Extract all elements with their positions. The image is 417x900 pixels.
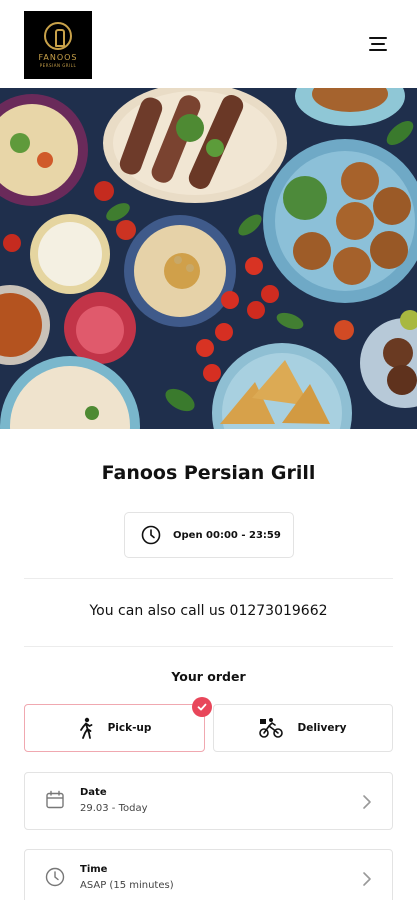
restaurant-name: Fanoos Persian Grill	[101, 462, 316, 484]
logo-subtitle: PERSIAN GRILL	[39, 63, 77, 68]
order-section-title: Your order	[171, 669, 246, 684]
date-value: 29.03 - Today	[80, 803, 148, 814]
time-selector[interactable]: Time ASAP (15 minutes)	[24, 849, 393, 900]
opening-hours-text: Open 00:00 - 23:59	[173, 529, 281, 541]
restaurant-logo[interactable]: FANOOS PERSIAN GRILL	[24, 11, 92, 79]
call-info-text[interactable]: You can also call us 01273019662	[0, 603, 417, 619]
date-selector[interactable]: Date 29.03 - Today	[24, 772, 393, 830]
divider	[24, 646, 393, 647]
walking-person-icon	[79, 717, 92, 739]
time-label: Time	[80, 864, 108, 875]
opening-hours-badge: Open 00:00 - 23:59	[124, 512, 294, 558]
hero-food-image	[0, 88, 417, 429]
calendar-icon	[46, 790, 64, 809]
check-icon	[192, 697, 212, 717]
pickup-label: Pick-up	[107, 722, 152, 734]
logo-name: FANOOS	[38, 53, 78, 62]
clock-icon	[45, 867, 65, 887]
divider	[24, 578, 393, 579]
chevron-right-icon	[363, 795, 371, 809]
time-value: ASAP (15 minutes)	[80, 880, 174, 891]
lantern-icon	[44, 22, 72, 50]
delivery-label: Delivery	[297, 722, 347, 734]
menu-icon[interactable]	[369, 37, 387, 51]
delivery-bike-icon	[259, 718, 284, 738]
pickup-option-button[interactable]: Pick-up	[24, 704, 205, 752]
date-label: Date	[80, 787, 107, 798]
chevron-right-icon	[363, 872, 371, 886]
delivery-option-button[interactable]: Delivery	[213, 704, 393, 752]
clock-icon	[141, 525, 161, 545]
app-header: FANOOS PERSIAN GRILL	[0, 0, 417, 88]
